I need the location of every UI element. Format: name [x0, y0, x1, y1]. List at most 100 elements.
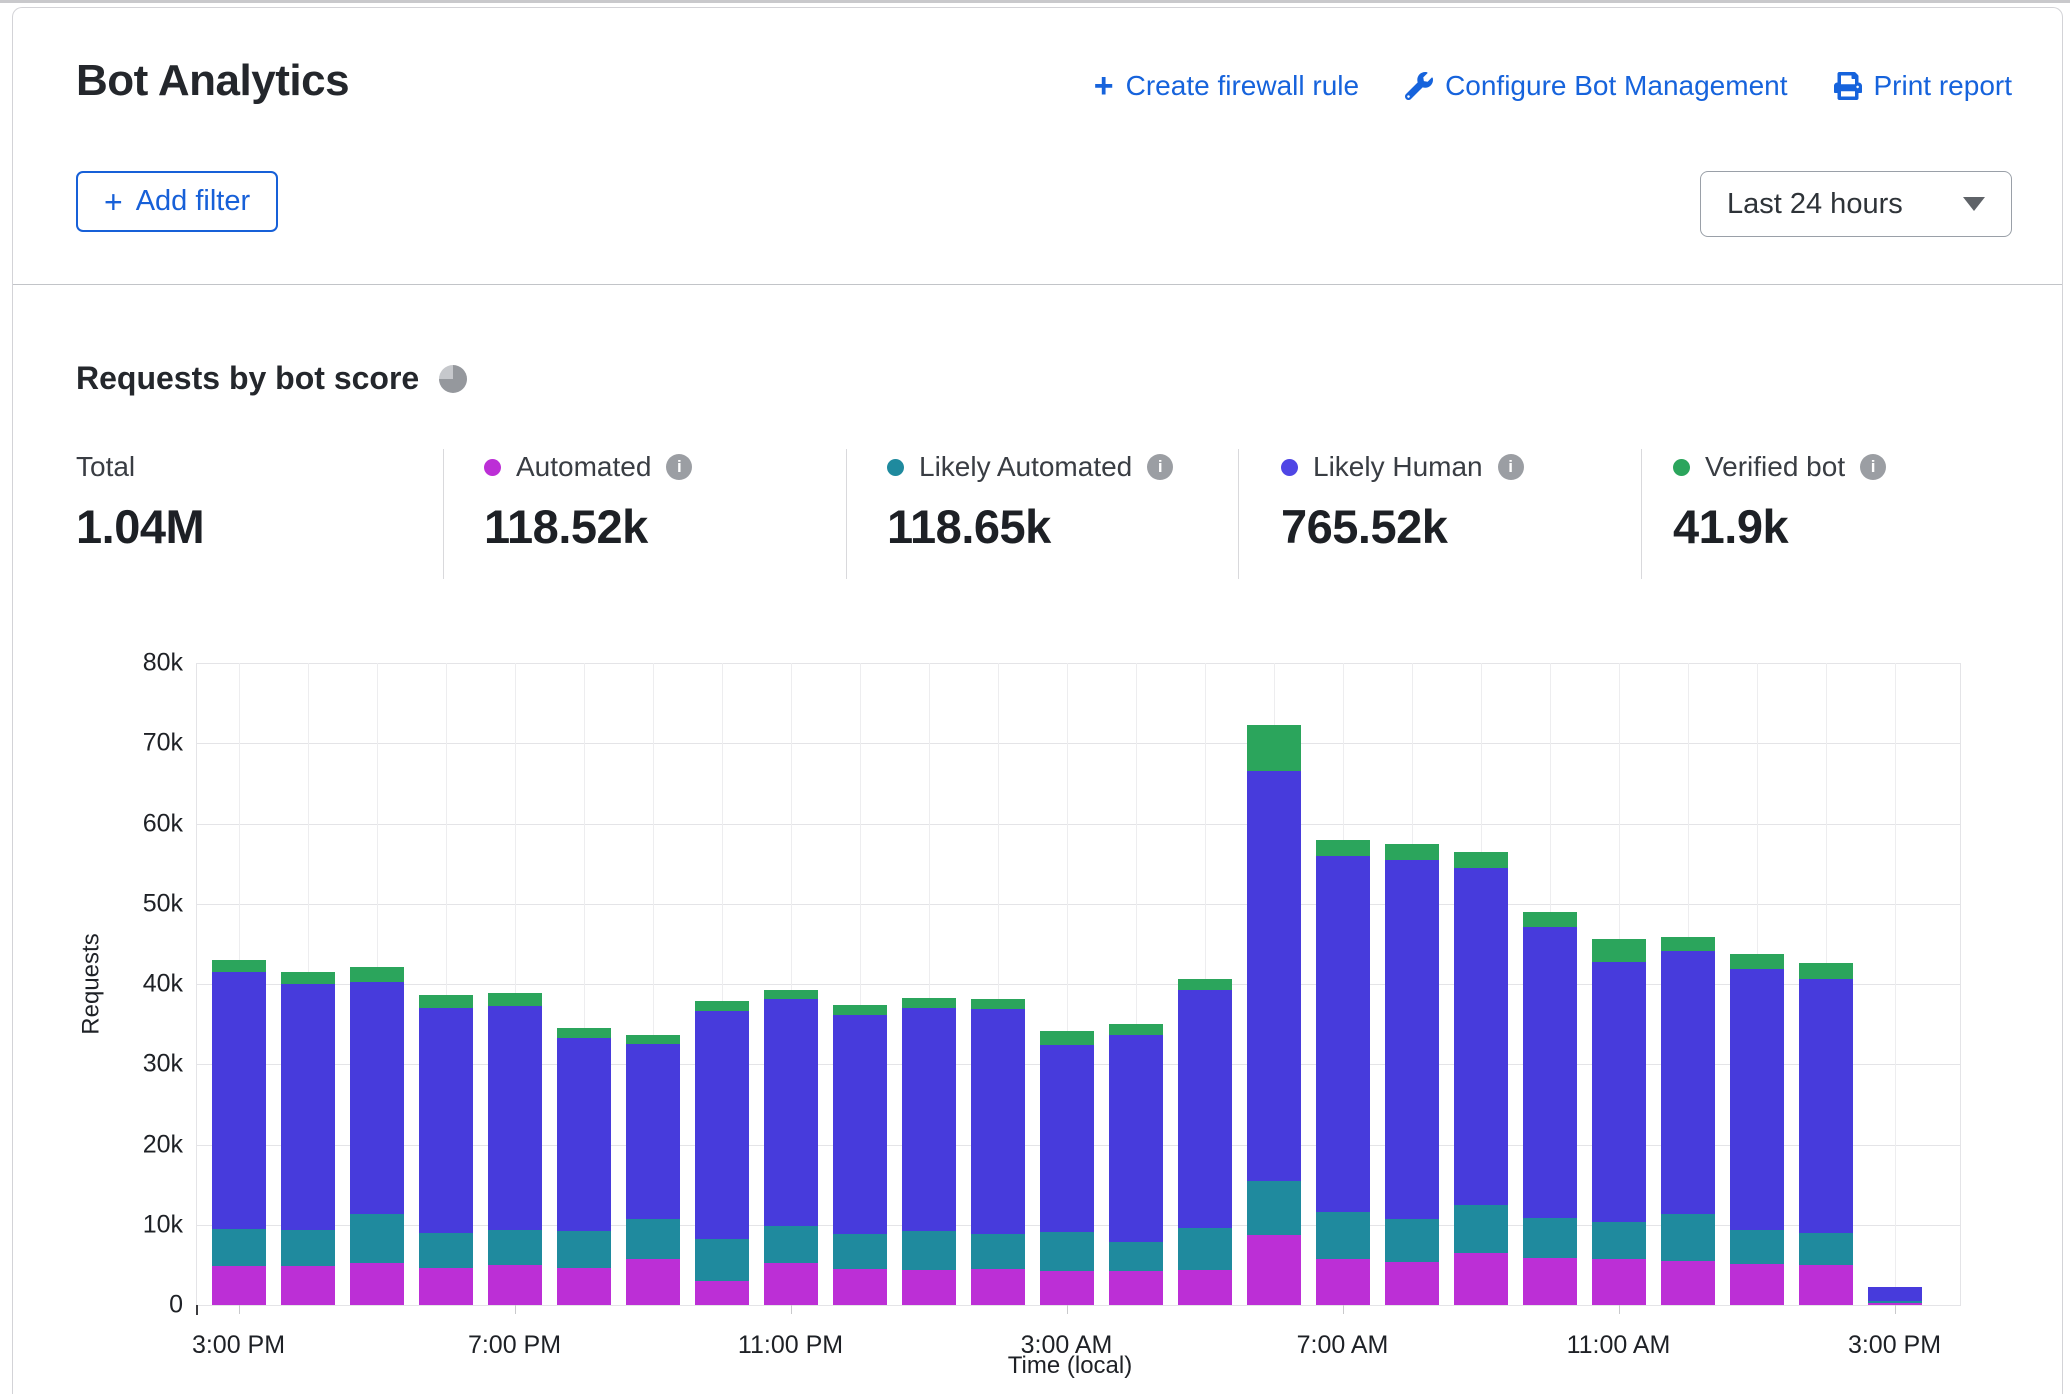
- bar-4:00 PM[interactable]: [281, 972, 335, 1305]
- bar-segment-likely-automated: [833, 1234, 887, 1269]
- bar-3:00 PM[interactable]: [1868, 1287, 1922, 1305]
- h-gridline: [196, 743, 1961, 744]
- y-tick-label: 20k: [143, 1130, 183, 1159]
- bar-segment-verified-bot: [833, 1005, 887, 1015]
- bar-segment-automated: [350, 1263, 404, 1305]
- stat-likely-automated: Likely Automated i 118.65k: [887, 449, 1173, 554]
- bar-3:00 AM[interactable]: [1040, 1031, 1094, 1305]
- bar-segment-likely-automated: [1178, 1228, 1232, 1270]
- chevron-down-icon: [1963, 197, 1985, 211]
- x-tick-label: 3:00 PM: [192, 1331, 285, 1360]
- bar-segment-likely-automated: [1661, 1214, 1715, 1261]
- print-report-link[interactable]: Print report: [1834, 70, 2013, 102]
- stat-divider: [1641, 449, 1642, 579]
- y-tick-label: 50k: [143, 889, 183, 918]
- bar-6:00 PM[interactable]: [419, 995, 473, 1305]
- bar-segment-verified-bot: [1040, 1031, 1094, 1045]
- stat-total: Total 1.04M: [76, 449, 204, 554]
- bar-segment-likely-automated: [902, 1231, 956, 1270]
- likely-human-legend-dot: [1281, 459, 1298, 476]
- bar-6:00 AM[interactable]: [1247, 725, 1301, 1305]
- bar-segment-likely-human: [1730, 969, 1784, 1230]
- bar-segment-automated: [1040, 1271, 1094, 1305]
- verified-bot-legend-dot: [1673, 459, 1690, 476]
- h-gridline: [196, 904, 1961, 905]
- bar-segment-automated: [1385, 1262, 1439, 1305]
- bar-10:00 AM[interactable]: [1523, 912, 1577, 1305]
- bar-1:00 AM[interactable]: [902, 998, 956, 1305]
- filter-row: + Add filter Last 24 hours: [76, 171, 2012, 237]
- bar-segment-automated: [1247, 1235, 1301, 1305]
- bar-12:00 AM[interactable]: [833, 1005, 887, 1305]
- bar-segment-automated: [1730, 1264, 1784, 1305]
- bar-2:00 AM[interactable]: [971, 999, 1025, 1305]
- bar-7:00 AM[interactable]: [1316, 840, 1370, 1305]
- bar-segment-verified-bot: [1454, 852, 1508, 868]
- bar-segment-likely-automated: [1040, 1232, 1094, 1271]
- bar-3:00 PM[interactable]: [212, 960, 266, 1305]
- header: Bot Analytics + Create firewall rule Con…: [76, 56, 2012, 106]
- stat-likely-human-label: Likely Human: [1313, 451, 1483, 483]
- bar-11:00 PM[interactable]: [764, 990, 818, 1305]
- stat-divider: [846, 449, 847, 579]
- bar-segment-verified-bot: [1661, 937, 1715, 951]
- page-title: Bot Analytics: [76, 56, 349, 106]
- bar-segment-likely-automated: [626, 1219, 680, 1259]
- bar-segment-likely-human: [557, 1038, 611, 1231]
- y-tick-label: 60k: [143, 809, 183, 838]
- bar-segment-automated: [902, 1270, 956, 1305]
- bar-5:00 AM[interactable]: [1178, 979, 1232, 1305]
- header-actions: + Create firewall rule Configure Bot Man…: [1094, 56, 2012, 102]
- bar-segment-automated: [419, 1268, 473, 1305]
- create-firewall-rule-link[interactable]: + Create firewall rule: [1094, 70, 1359, 102]
- bar-segment-likely-human: [1523, 927, 1577, 1218]
- bar-segment-likely-automated: [281, 1230, 335, 1265]
- add-filter-label: Add filter: [136, 185, 250, 218]
- bar-5:00 PM[interactable]: [350, 967, 404, 1305]
- bar-segment-automated: [971, 1269, 1025, 1305]
- bar-1:00 PM[interactable]: [1730, 954, 1784, 1305]
- info-icon[interactable]: i: [1147, 454, 1173, 480]
- info-icon[interactable]: i: [1498, 454, 1524, 480]
- bar-9:00 PM[interactable]: [626, 1035, 680, 1305]
- bar-segment-likely-human: [281, 984, 335, 1230]
- bar-segment-automated: [695, 1281, 749, 1305]
- bar-4:00 AM[interactable]: [1109, 1024, 1163, 1305]
- top-edge-strip: [0, 0, 2070, 3]
- bar-segment-likely-automated: [1247, 1181, 1301, 1235]
- bar-2:00 PM[interactable]: [1799, 963, 1853, 1305]
- bar-segment-automated: [626, 1259, 680, 1305]
- bar-10:00 PM[interactable]: [695, 1001, 749, 1305]
- y-tick-label: 70k: [143, 729, 183, 758]
- x-tick-mark: [1619, 1305, 1620, 1314]
- stat-total-label: Total: [76, 451, 135, 483]
- y-tick-label: 40k: [143, 970, 183, 999]
- configure-bot-management-link[interactable]: Configure Bot Management: [1405, 70, 1787, 102]
- bar-8:00 PM[interactable]: [557, 1028, 611, 1305]
- bar-segment-automated: [1661, 1261, 1715, 1305]
- bar-segment-automated: [833, 1269, 887, 1305]
- bar-segment-verified-bot: [902, 998, 956, 1008]
- stat-total-value: 1.04M: [76, 499, 204, 554]
- info-icon[interactable]: i: [666, 454, 692, 480]
- bar-segment-automated: [557, 1268, 611, 1305]
- bar-segment-automated: [1178, 1270, 1232, 1305]
- y-axis-labels: 010k20k30k40k50k60k70k80k: [43, 663, 183, 1305]
- bar-7:00 PM[interactable]: [488, 993, 542, 1305]
- bar-11:00 AM[interactable]: [1592, 939, 1646, 1305]
- bar-segment-likely-automated: [1454, 1205, 1508, 1253]
- likely-automated-legend-dot: [887, 459, 904, 476]
- time-range-dropdown[interactable]: Last 24 hours: [1700, 171, 2012, 237]
- y-tick-label: 80k: [143, 649, 183, 678]
- bar-segment-likely-human: [1109, 1035, 1163, 1243]
- add-filter-button[interactable]: + Add filter: [76, 171, 278, 232]
- bar-12:00 PM[interactable]: [1661, 937, 1715, 1305]
- info-icon[interactable]: i: [1860, 454, 1886, 480]
- bar-segment-likely-automated: [1523, 1218, 1577, 1257]
- bar-segment-likely-automated: [1109, 1242, 1163, 1271]
- bar-9:00 AM[interactable]: [1454, 852, 1508, 1305]
- bar-segment-automated: [488, 1265, 542, 1305]
- bar-segment-verified-bot: [1730, 954, 1784, 969]
- bar-8:00 AM[interactable]: [1385, 844, 1439, 1305]
- origin-tick: [196, 1305, 198, 1315]
